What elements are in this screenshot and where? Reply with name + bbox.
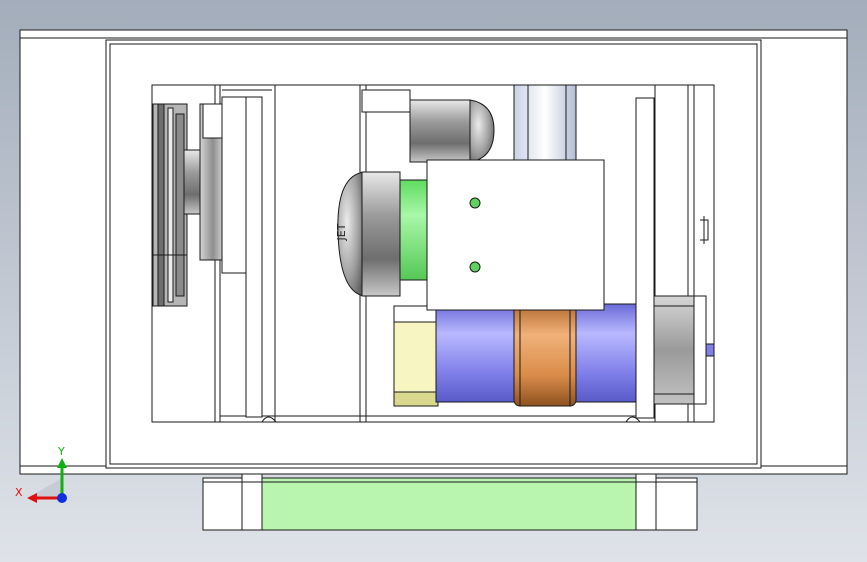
vertical-pipe	[513, 84, 577, 162]
mount-plate[interactable]	[426, 159, 605, 311]
left-vertical-support	[245, 96, 263, 418]
olive-base-block	[393, 391, 439, 407]
central-motor[interactable]: JET	[335, 171, 431, 297]
motor-body	[361, 171, 401, 297]
right-support-post	[635, 467, 657, 531]
cream-spacer-block	[393, 321, 439, 393]
left-mount-plate	[221, 96, 247, 274]
upper-bracket	[361, 89, 411, 113]
pulley-groove-1	[157, 103, 165, 307]
upper-grey-drum	[409, 99, 471, 163]
triad-z-axis-dot	[57, 493, 67, 503]
stepper-flange	[693, 295, 707, 405]
stepper-shaft	[705, 343, 715, 357]
green-shaft-coupler[interactable]	[399, 179, 431, 281]
triad-x-label: X	[15, 486, 23, 499]
left-support-post	[241, 467, 263, 531]
green-base-plate[interactable]	[256, 477, 644, 531]
lower-actuator[interactable]	[393, 295, 715, 407]
mount-hole-bottom	[469, 261, 481, 273]
cad-viewport[interactable]: JET Y X	[0, 0, 867, 562]
front-mount-plate[interactable]	[426, 159, 605, 311]
triad-y-label: Y	[57, 445, 65, 458]
mount-hole-top	[469, 197, 481, 209]
stepper-motor[interactable]	[651, 295, 695, 405]
copper-ring[interactable]	[513, 303, 577, 407]
pulley-groove-2	[167, 107, 174, 303]
right-vertical-plate	[635, 97, 655, 419]
motor-engraving: JET	[335, 223, 348, 241]
pulley-groove-3	[175, 113, 185, 297]
